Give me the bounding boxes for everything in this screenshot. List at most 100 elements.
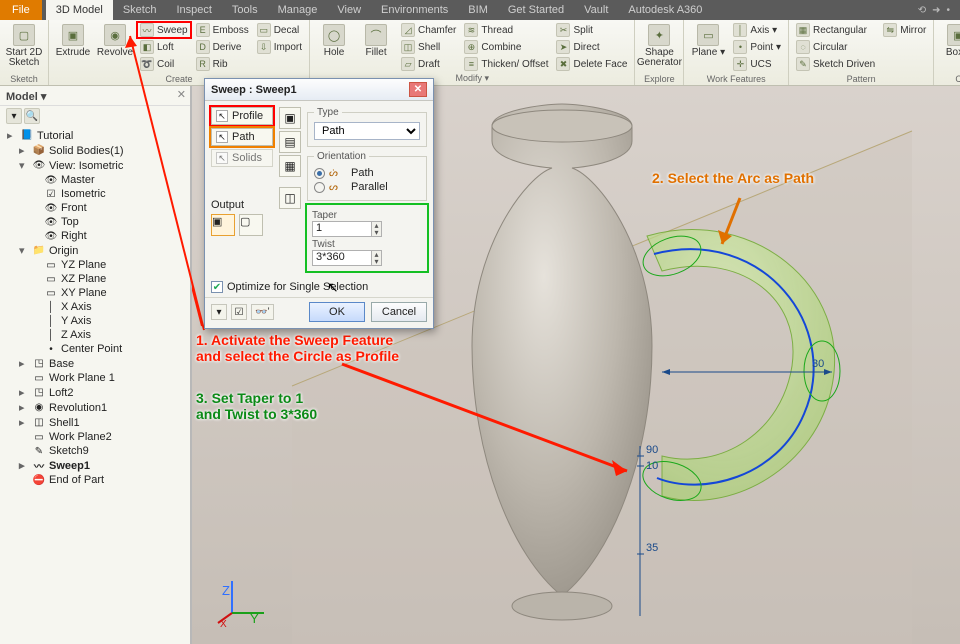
tree-item[interactable]: ▾👁View: Isometric (0, 158, 190, 173)
fillet-button[interactable]: ⌒Fillet (356, 22, 396, 58)
tree-item[interactable]: │Z Axis (0, 328, 190, 342)
browser-filter-icon[interactable]: ▾ (6, 108, 22, 124)
tree-twisty-icon[interactable]: ▸ (19, 144, 29, 157)
sketchdriven-button[interactable]: ✎Sketch Driven (793, 56, 878, 72)
select-solids-button[interactable]: ↖ Solids (211, 149, 273, 167)
quick-redo-icon[interactable]: ➜ (932, 5, 940, 16)
tree-item[interactable]: •Center Point (0, 342, 190, 356)
op-intersect-button[interactable]: ▦ (279, 155, 301, 177)
op-cut-button[interactable]: ▤ (279, 131, 301, 153)
dialog-titlebar[interactable]: Sweep : Sweep1 ✕ (205, 79, 433, 101)
match-shape-toggle[interactable]: 👓ʼ (251, 304, 274, 320)
select-profile-button[interactable]: ↖ Profile (211, 107, 273, 125)
browser-close-icon[interactable]: ✕ (177, 88, 186, 101)
tree-item[interactable]: ⛔End of Part (0, 473, 190, 487)
taper-spinner[interactable]: ▴▾ (372, 221, 382, 237)
dialog-close-icon[interactable]: ✕ (409, 82, 427, 97)
select-path-button[interactable]: ↖ Path (211, 128, 273, 146)
coil-button[interactable]: ➰Coil (137, 56, 191, 72)
tree-item[interactable]: ▸◳Loft2 (0, 385, 190, 400)
op-newsolid-button[interactable]: ◫ (279, 187, 301, 209)
tree-twisty-icon[interactable]: ▸ (7, 129, 17, 142)
sweep-button[interactable]: 〰Sweep (137, 22, 191, 38)
tree-twisty-icon[interactable]: ▸ (19, 357, 29, 370)
tree-item[interactable]: ▭YZ Plane (0, 258, 190, 272)
derive-button[interactable]: DDerive (193, 39, 252, 55)
tree-twisty-icon[interactable]: ▾ (19, 244, 29, 257)
quick-more-icon[interactable]: • (946, 5, 950, 16)
tree-item[interactable]: 👁Master (0, 173, 190, 187)
import-button[interactable]: ⇩Import (254, 39, 305, 55)
tree-item[interactable]: ▾📁Origin (0, 243, 190, 258)
tab-sketch[interactable]: Sketch (113, 0, 167, 20)
tree-twisty-icon[interactable]: ▸ (19, 459, 29, 472)
browser-title[interactable]: Model ▾ (0, 86, 190, 106)
tab-vault[interactable]: Vault (574, 0, 618, 20)
tree-twisty-icon[interactable]: ▸ (19, 386, 29, 399)
ucs-button[interactable]: ✛UCS (730, 56, 784, 72)
plane-button[interactable]: ▭Plane ▾ (688, 22, 728, 58)
tree-item[interactable]: ▸◫Shell1 (0, 415, 190, 430)
preview-check-icon[interactable]: ☑ (231, 304, 247, 320)
tab-bim[interactable]: BIM (458, 0, 498, 20)
tree-item[interactable]: ▭Work Plane 1 (0, 371, 190, 385)
model-tree[interactable]: ▸📘Tutorial▸📦Solid Bodies(1)▾👁View: Isome… (0, 126, 190, 489)
optimize-checkbox[interactable]: ✔ (211, 281, 223, 293)
tab-environments[interactable]: Environments (371, 0, 458, 20)
tab-inspect[interactable]: Inspect (166, 0, 221, 20)
tree-item[interactable]: ▭XZ Plane (0, 272, 190, 286)
axis-button[interactable]: │Axis ▾ (730, 22, 784, 38)
combine-button[interactable]: ⊕Combine (461, 39, 551, 55)
op-join-button[interactable]: ▣ (279, 107, 301, 129)
emboss-button[interactable]: EEmboss (193, 22, 252, 38)
thicken-button[interactable]: ≡Thicken/ Offset (461, 56, 551, 72)
taper-input[interactable]: 1 (312, 221, 372, 237)
cancel-button[interactable]: Cancel (371, 302, 427, 322)
shell-button[interactable]: ◫Shell (398, 39, 459, 55)
thread-button[interactable]: ≋Thread (461, 22, 551, 38)
extrude-button[interactable]: ▣Extrude (53, 22, 93, 58)
point-button[interactable]: •Point ▾ (730, 39, 784, 55)
tree-item[interactable]: 👁Right (0, 229, 190, 243)
tab-get-started[interactable]: Get Started (498, 0, 574, 20)
tab-view[interactable]: View (327, 0, 371, 20)
tree-item[interactable]: ☑Isometric (0, 187, 190, 201)
tree-item[interactable]: ✎Sketch9 (0, 444, 190, 458)
tab-tools[interactable]: Tools (222, 0, 268, 20)
rib-button[interactable]: RRib (193, 56, 252, 72)
draft-button[interactable]: ▱Draft (398, 56, 459, 72)
tab-manage[interactable]: Manage (268, 0, 328, 20)
circular-button[interactable]: ◌Circular (793, 39, 878, 55)
tree-item[interactable]: │X Axis (0, 300, 190, 314)
tree-item[interactable]: 👁Front (0, 201, 190, 215)
browser-search-icon[interactable]: 🔍 (24, 108, 40, 124)
orientation-parallel-radio[interactable]: ᔕ Parallel (314, 180, 420, 194)
chamfer-button[interactable]: ◿Chamfer (398, 22, 459, 38)
tab-3d-model[interactable]: 3D Model (46, 0, 113, 20)
type-combo[interactable]: Path (314, 122, 420, 140)
twist-input[interactable]: 3*360 (312, 250, 372, 266)
output-surface-button[interactable]: ▢ (239, 214, 263, 236)
box-button[interactable]: ▣Box ▾ (938, 22, 960, 58)
tree-item[interactable]: ▸◳Base (0, 356, 190, 371)
tree-item[interactable]: ▭Work Plane2 (0, 430, 190, 444)
tree-item[interactable]: ▸📘Tutorial (0, 128, 190, 143)
tree-twisty-icon[interactable]: ▾ (19, 159, 29, 172)
start-2d-sketch-button[interactable]: ▢Start 2D Sketch (4, 22, 44, 68)
output-solid-button[interactable]: ▣ (211, 214, 235, 236)
revolve-button[interactable]: ◉Revolve (95, 22, 135, 58)
direct-button[interactable]: ➤Direct (553, 39, 630, 55)
split-button[interactable]: ✂Split (553, 22, 630, 38)
tree-twisty-icon[interactable]: ▸ (19, 401, 29, 414)
mirror-button[interactable]: ⇋Mirror (880, 22, 929, 38)
hole-button[interactable]: ◯Hole (314, 22, 354, 58)
tree-item[interactable]: ▸◉Revolution1 (0, 400, 190, 415)
shape-gen-button[interactable]: ✦Shape Generator (639, 22, 679, 68)
tab-a360[interactable]: Autodesk A360 (618, 0, 712, 20)
ok-button[interactable]: OK (309, 302, 365, 322)
quick-undo-icon[interactable]: ⟲ (918, 5, 926, 16)
dialog-expand-icon[interactable]: ▾ (211, 304, 227, 320)
rectangular-button[interactable]: ▦Rectangular (793, 22, 878, 38)
file-menu[interactable]: File (0, 0, 42, 20)
tree-item[interactable]: 👁Top (0, 215, 190, 229)
